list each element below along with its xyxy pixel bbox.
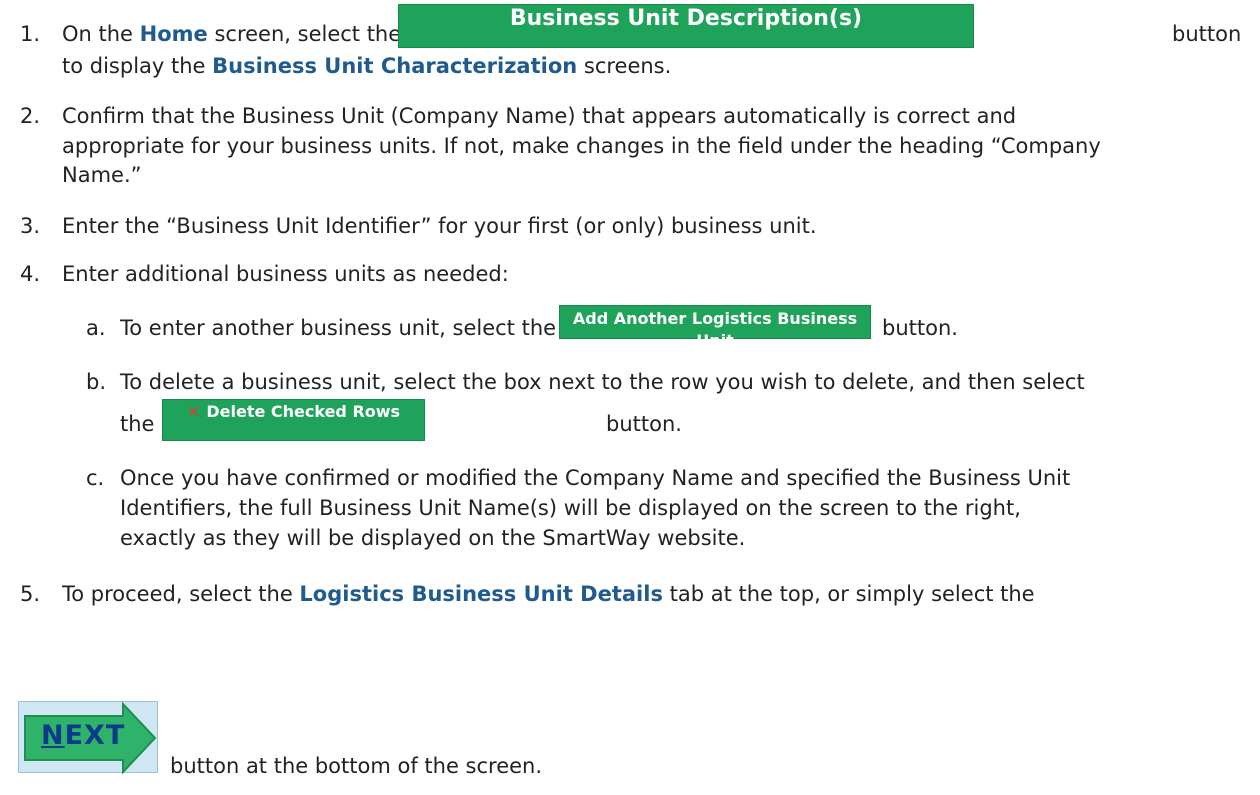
button-label: Add Another Logistics Business Unit [572,309,858,350]
button-label: Business Unit Description(s) [509,6,863,31]
substep-letter: a. [86,316,106,340]
step2-line2: appropriate for your business units. If … [62,134,1101,158]
step2-line3: Name.” [62,163,142,187]
delete-checked-rows-button[interactable]: ✕ Delete Checked Rows [162,399,425,441]
step2-line1: Confirm that the Business Unit (Company … [62,104,1017,128]
next-button[interactable]: NEXT [18,701,158,774]
add-logistics-business-unit-button[interactable]: Add Another Logistics Business Unit [559,305,871,350]
step-number: 3. [20,214,41,238]
text: to display the [62,54,213,78]
step-number: 2. [20,104,41,128]
substep-letter: b. [86,370,107,394]
text: N [41,720,65,751]
text: To proceed, select the [62,582,300,606]
business-unit-descriptions-button[interactable]: Business Unit Description(s) [398,4,974,48]
delete-x-icon: ✕ [186,402,201,421]
step-number: 4. [20,262,41,286]
step4b-button-word: button. [606,412,682,436]
text: screens. [577,54,672,78]
step4c-line3: exactly as they will be displayed on the… [120,526,746,550]
step4a-text: To enter another business unit, select t… [120,316,557,340]
step1-button-word: button [1172,22,1242,46]
step4a-button-word: button. [882,316,958,340]
step5-line1: To proceed, select the Logistics Busines… [62,580,1035,608]
text: screen, select the [207,22,402,46]
step-number: 5. [20,582,41,606]
substep-letter: c. [86,466,105,490]
text: On the [62,22,140,46]
step4c-line2: Identifiers, the full Business Unit Name… [120,496,1021,520]
button-label: Delete Checked Rows [206,402,401,421]
step5-line2: button at the bottom of the screen. [170,754,543,778]
step1-line2: to display the Business Unit Characteriz… [62,52,671,80]
home-link-text: Home [139,22,208,46]
step4-line1: Enter additional business units as neede… [62,262,509,286]
step4c-line1: Once you have confirmed or modified the … [120,466,1071,490]
logistics-details-tab-text: Logistics Business Unit Details [299,582,663,606]
step1-text: On the Home screen, select the [62,20,401,48]
next-label: NEXT [41,720,125,751]
step-number: 1. [20,22,41,46]
step3-line1: Enter the “Business Unit Identifier” for… [62,214,817,238]
text: tab at the top, or simply select the [662,582,1035,606]
characterization-text: Business Unit Characterization [212,54,578,78]
step4b-the: the [120,412,155,436]
text: EXT [64,720,126,751]
step4b-line1: To delete a business unit, select the bo… [120,370,1085,394]
